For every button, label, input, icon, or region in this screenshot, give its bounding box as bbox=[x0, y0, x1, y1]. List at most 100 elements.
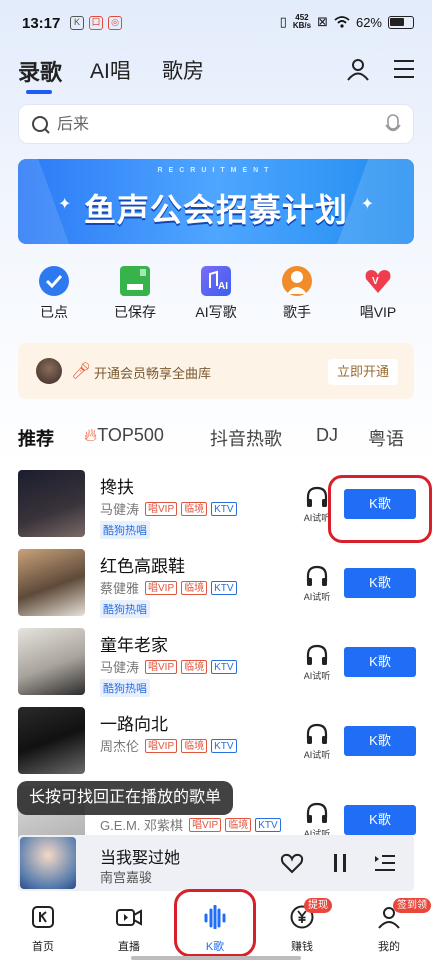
vip-promo-bar[interactable]: 🎤︎ 开通会员畅享全曲库 立即开通 bbox=[18, 343, 414, 399]
quick-item-label: 已点 bbox=[40, 304, 68, 320]
nav-label: 我的 bbox=[378, 941, 400, 953]
user-icon[interactable] bbox=[346, 57, 370, 81]
checkin-badge: 签到领 bbox=[393, 898, 431, 913]
hot-badge: 酷狗热唱 bbox=[100, 600, 150, 618]
pause-icon[interactable] bbox=[332, 854, 348, 872]
immersive-tag: 临境 bbox=[181, 659, 208, 674]
quick-item-ai-write[interactable]: AI AI写歌 bbox=[181, 266, 251, 322]
song-meta: 蔡健雅 唱VIP 临境 KTV bbox=[100, 578, 237, 597]
tab-ai-sing[interactable]: AI唱 bbox=[90, 55, 131, 85]
ai-preview-label: AI试听 bbox=[303, 671, 331, 681]
app-notification-icon: 口 bbox=[89, 16, 103, 30]
search-bar[interactable] bbox=[18, 104, 414, 144]
nav-me[interactable]: 签到领 我的 bbox=[359, 898, 431, 954]
song-row[interactable]: 红色高跟鞋 蔡健雅 唱VIP 临境 KTV 酷狗热唱 AI试听 K歌 bbox=[18, 549, 416, 619]
immersive-tag: 临境 bbox=[181, 501, 208, 516]
vip-tag: 唱VIP bbox=[145, 580, 178, 595]
tab-cantonese[interactable]: 粤语 bbox=[368, 425, 404, 451]
player-cover bbox=[20, 837, 76, 889]
nav-live[interactable]: 直播 bbox=[99, 905, 159, 954]
microphone-icon: 🎤︎ bbox=[71, 363, 92, 380]
player-artist: 南宫嘉骏 bbox=[100, 870, 153, 885]
open-vip-button[interactable]: 立即开通 bbox=[328, 359, 398, 385]
quick-item-singer[interactable]: 歌手 bbox=[262, 266, 332, 322]
tab-record-song[interactable]: 录歌 bbox=[18, 55, 62, 94]
home-indicator bbox=[131, 956, 301, 960]
song-meta: G.E.M. 邓紫棋 唱VIP 临境 KTV bbox=[100, 815, 281, 834]
headphones-icon bbox=[306, 565, 328, 586]
immersive-tag: 临境 bbox=[181, 580, 208, 595]
karaoke-button[interactable]: K歌 bbox=[344, 726, 416, 756]
song-cover bbox=[18, 628, 85, 695]
search-input[interactable] bbox=[57, 113, 357, 137]
quick-item-label: AI写歌 bbox=[195, 304, 237, 320]
mini-player[interactable]: 当我娶过她 南宫嘉骏 bbox=[18, 835, 414, 891]
status-time: 13:17 bbox=[22, 15, 61, 32]
check-icon bbox=[39, 266, 69, 296]
song-meta: 周杰伦 唱VIP 临境 KTV bbox=[100, 736, 237, 755]
withdraw-badge: 提现 bbox=[304, 898, 332, 913]
quick-entry-row: 已点 已保存 AI AI写歌 歌手 V 唱VIP bbox=[0, 266, 432, 326]
song-artist: 马健涛 bbox=[100, 660, 140, 675]
song-row[interactable]: 童年老家 马健涛 唱VIP 临境 KTV 酷狗热唱 AI试听 K歌 bbox=[18, 628, 416, 698]
kugou-notification-icon: K bbox=[70, 16, 84, 30]
tab-song-room[interactable]: 歌房 bbox=[162, 55, 204, 85]
nav-label: 首页 bbox=[32, 941, 54, 953]
quick-item-label: 已保存 bbox=[114, 304, 156, 320]
tab-douyin-hits[interactable]: 抖音热歌 bbox=[210, 425, 282, 451]
status-notification-icons: K 口 ◎ bbox=[70, 16, 122, 30]
song-cover bbox=[18, 707, 85, 774]
vip-promo-text: 开通会员畅享全曲库 bbox=[94, 366, 212, 381]
highlight-annotation bbox=[328, 475, 432, 543]
weibo-notification-icon: ◎ bbox=[108, 16, 122, 30]
svg-text:V: V bbox=[372, 276, 379, 287]
hot-badge: 酷狗热唱 bbox=[100, 521, 150, 539]
status-system-icons: ▯ 452 KB/s ⊠ 62% bbox=[280, 14, 414, 30]
avatar bbox=[36, 358, 62, 384]
song-meta: 马健涛 唱VIP 临境 KTV bbox=[100, 657, 237, 676]
toast-message: 长按可找回正在播放的歌单 bbox=[17, 781, 234, 815]
immersive-tag: 临境 bbox=[225, 817, 252, 832]
song-title: 童年老家 bbox=[100, 636, 168, 655]
nav-label: 直播 bbox=[118, 941, 140, 953]
playlist-icon[interactable] bbox=[374, 852, 396, 874]
ai-preview-button[interactable]: AI试听 bbox=[302, 644, 332, 682]
song-title: 红色高跟鞋 bbox=[100, 557, 185, 576]
ktv-tag: KTV bbox=[211, 659, 237, 674]
karaoke-button[interactable]: K歌 bbox=[344, 647, 416, 677]
karaoke-button[interactable]: K歌 bbox=[344, 568, 416, 598]
quick-item-sing-vip[interactable]: V 唱VIP bbox=[343, 266, 413, 322]
ai-preview-button[interactable]: AI试听 bbox=[302, 565, 332, 603]
song-title: 一路向北 bbox=[100, 715, 168, 734]
karaoke-button[interactable]: K歌 bbox=[344, 805, 416, 835]
category-tabs: 推荐 🔥︎TOP500 抖音热歌 DJ 粤语 bbox=[18, 425, 432, 455]
ktv-tag: KTV bbox=[255, 817, 281, 832]
tab-top500[interactable]: 🔥︎TOP500 bbox=[84, 425, 164, 446]
ai-preview-label: AI试听 bbox=[303, 750, 331, 760]
vip-tag: 唱VIP bbox=[145, 659, 178, 674]
song-artist: 周杰伦 bbox=[100, 739, 140, 754]
search-icon bbox=[32, 116, 50, 134]
menu-icon[interactable] bbox=[393, 59, 415, 79]
tab-dj[interactable]: DJ bbox=[316, 425, 338, 446]
song-title: 搀扶 bbox=[100, 478, 134, 497]
song-row[interactable]: 一路向北 周杰伦 唱VIP 临境 KTV AI试听 K歌 bbox=[18, 707, 416, 777]
nav-home[interactable]: 首页 bbox=[13, 905, 73, 954]
quick-item-saved[interactable]: 已保存 bbox=[100, 266, 170, 322]
vibrate-icon: ▯ bbox=[279, 14, 287, 29]
ai-preview-button[interactable]: AI试听 bbox=[302, 723, 332, 761]
voice-search-icon[interactable] bbox=[385, 114, 401, 136]
favorite-icon[interactable] bbox=[280, 852, 304, 874]
nav-earn[interactable]: 提现 赚钱 bbox=[272, 898, 332, 954]
headphones-icon bbox=[306, 802, 328, 823]
ktv-tag: KTV bbox=[211, 738, 237, 753]
vip-tag: 唱VIP bbox=[145, 738, 178, 753]
vip-tag: 唱VIP bbox=[145, 501, 178, 516]
status-bar: 13:17 K 口 ◎ ▯ 452 KB/s ⊠ 62% bbox=[0, 0, 432, 48]
sparkle-icon: ✦ bbox=[360, 196, 374, 213]
quick-item-queued[interactable]: 已点 bbox=[19, 266, 89, 322]
promo-banner[interactable]: RECRUITMENT ✦ 鱼声公会招募计划 ✦ bbox=[18, 159, 414, 244]
tab-recommend[interactable]: 推荐 bbox=[18, 425, 54, 451]
vip-heart-icon: V bbox=[363, 266, 393, 296]
song-artist: G.E.M. 邓紫棋 bbox=[100, 818, 184, 833]
